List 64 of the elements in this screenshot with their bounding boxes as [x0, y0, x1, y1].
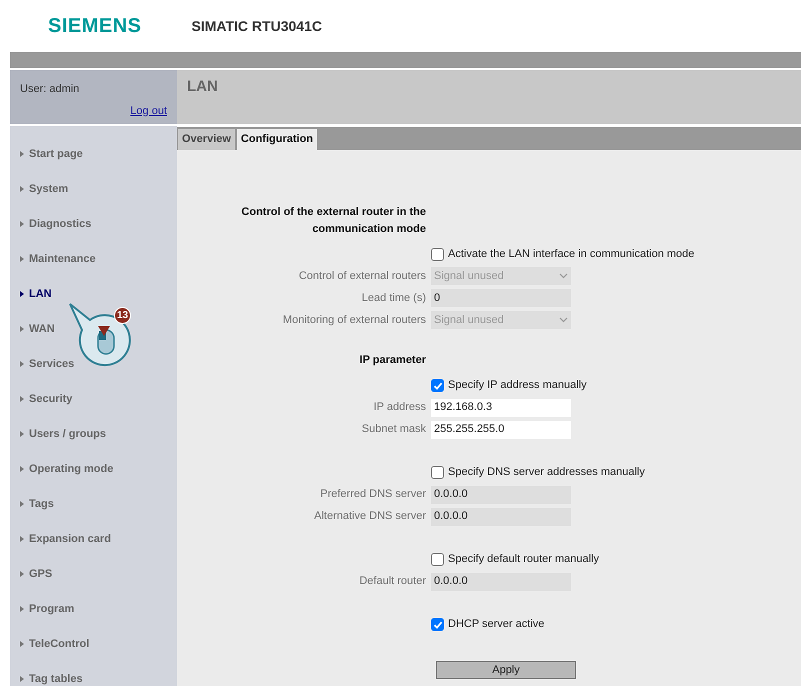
field-label: Monitoring of external routers: [282, 312, 427, 328]
triangle-icon: [20, 536, 24, 542]
input-field[interactable]: 192.168.0.3: [431, 398, 571, 416]
checkbox[interactable]: [431, 553, 444, 566]
checkbox-label: DHCP server active: [448, 617, 544, 632]
nav-item[interactable]: System: [10, 181, 177, 197]
section-heading: IP parameter: [358, 353, 427, 368]
tab[interactable]: Configuration: [236, 129, 318, 150]
nav-item[interactable]: TeleControl: [10, 636, 177, 652]
input-field[interactable]: 255.255.255.0: [431, 420, 571, 438]
nav-item[interactable]: Tags: [10, 496, 177, 512]
section-heading: Control of the external router in the communication mode: [240, 205, 427, 236]
field-label: Preferred DNS server: [319, 487, 427, 502]
tab[interactable]: Overview: [178, 129, 235, 150]
nav-item[interactable]: Program: [10, 601, 177, 617]
field-label: Control of external routers: [298, 268, 427, 284]
nav-item[interactable]: LAN: [10, 286, 177, 302]
triangle-icon: [20, 361, 24, 367]
nav-item[interactable]: WAN: [10, 321, 177, 337]
triangle-icon: [20, 641, 24, 647]
triangle-icon: [20, 291, 24, 297]
nav-item[interactable]: Maintenance: [10, 251, 177, 267]
triangle-icon: [20, 676, 24, 682]
checkbox-label: Activate the LAN interface in communication mode: [448, 246, 694, 262]
checkbox[interactable]: [431, 379, 444, 392]
triangle-icon: [20, 396, 24, 402]
chevron-down-icon: [559, 317, 568, 323]
logo: SIEMENS: [48, 14, 142, 39]
checkbox-label: Specify default router manually: [448, 552, 600, 568]
checkbox-label: Specify DNS server addresses manually: [448, 465, 645, 480]
nav-item[interactable]: Operating mode: [10, 461, 177, 477]
triangle-icon: [20, 571, 24, 577]
triangle-icon: [20, 466, 24, 472]
field-label: Lead time (s): [360, 290, 427, 306]
triangle-icon: [20, 221, 24, 227]
triangle-icon: [20, 501, 24, 507]
field-label: Subnet mask: [360, 422, 427, 438]
triangle-icon: [20, 151, 24, 157]
checkbox-label: Specify IP address manually: [448, 378, 587, 394]
nav-item[interactable]: Security: [10, 391, 177, 407]
checkbox[interactable]: [431, 618, 444, 631]
triangle-icon: [20, 256, 24, 262]
user-label: User: admin: [20, 82, 80, 97]
triangle-icon: [20, 326, 24, 332]
checkbox[interactable]: [431, 248, 444, 260]
triangle-icon: [20, 606, 24, 612]
apply-button[interactable]: Apply: [436, 660, 576, 678]
nav-item[interactable]: Expansion card: [10, 531, 177, 547]
nav-item[interactable]: GPS: [10, 566, 177, 582]
field-label: Alternative DNS server: [313, 509, 427, 524]
chevron-down-icon: [559, 273, 568, 279]
triangle-icon: [20, 431, 24, 437]
checkbox[interactable]: [431, 466, 444, 479]
nav-item[interactable]: Users / groups: [10, 426, 177, 442]
nav-item[interactable]: Tag tables: [10, 671, 177, 686]
nav-item[interactable]: Services: [10, 356, 177, 372]
nav-item[interactable]: Start page: [10, 146, 177, 162]
field-label: IP address: [372, 400, 427, 416]
nav-item[interactable]: Diagnostics: [10, 216, 177, 232]
field-label: Default router: [358, 574, 427, 590]
triangle-icon: [20, 186, 24, 192]
page-title: LAN: [187, 78, 218, 95]
logout-link[interactable]: Log out: [130, 102, 167, 119]
product-title: SIMATIC RTU3041C: [192, 16, 322, 36]
